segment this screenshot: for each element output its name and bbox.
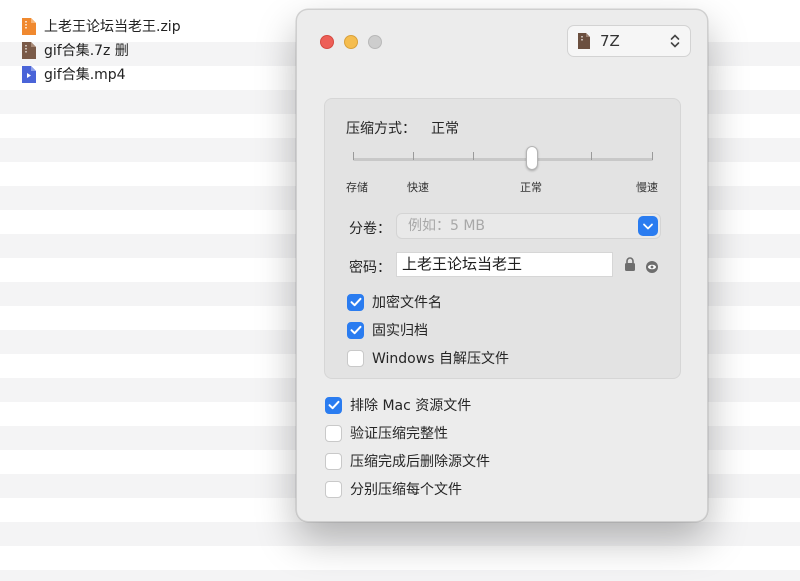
lock-icon[interactable] [624,256,636,275]
exclude-mac-resources-option[interactable]: 排除 Mac 资源文件 [325,395,471,415]
video-file-icon [22,65,36,83]
eye-icon[interactable] [645,258,659,277]
slider-tick [353,152,354,160]
slider-tick [591,152,592,160]
delete-source-option[interactable]: 压缩完成后删除源文件 [325,451,490,471]
checkbox-unchecked[interactable] [347,349,364,367]
volume-placeholder: 例如：5 MB [408,218,486,234]
compress-separately-option[interactable]: 分别压缩每个文件 [325,479,462,499]
password-label: 密码： [349,260,391,276]
checkbox-unchecked[interactable] [325,452,342,470]
option-label: 压缩完成后删除源文件 [350,454,490,470]
level-label-slow: 慢速 [636,181,658,194]
slider-tick [413,152,414,160]
checkbox-checked[interactable] [325,396,342,414]
file-row-mp4[interactable]: gif合集.mp4 [22,63,126,85]
checkbox-checked[interactable] [347,293,364,311]
option-label: 分别压缩每个文件 [350,482,462,498]
checkbox-checked[interactable] [347,321,364,339]
volume-label: 分卷： [349,221,391,237]
compression-dialog: 7Z 压缩方式： 正常 存储 快速 正常 慢速 分卷： 例如：5 MB 密码： … [296,9,708,522]
options-panel: 压缩方式： 正常 存储 快速 正常 慢速 分卷： 例如：5 MB 密码： 上老王… [324,98,681,379]
7z-file-icon [22,41,36,59]
verify-integrity-option[interactable]: 验证压缩完整性 [325,423,448,443]
list-stripe [0,522,800,546]
up-down-chevron-icon [670,32,680,54]
format-value: 7Z [600,32,620,50]
slider-track[interactable] [353,158,653,161]
windows-sfx-option[interactable]: Windows 自解压文件 [347,348,509,368]
file-name: gif合集.7z 删 [44,43,129,59]
level-label-store: 存储 [346,181,368,194]
slider-tick [473,152,474,160]
slider-thumb[interactable] [526,146,538,170]
option-label: 固实归档 [372,323,428,339]
close-window-button[interactable] [320,35,334,49]
7z-archive-icon [578,33,590,49]
level-label-fast: 快速 [407,181,429,194]
option-label: 排除 Mac 资源文件 [350,398,472,414]
solid-archive-option[interactable]: 固实归档 [347,320,428,340]
compression-method-value: 正常 [431,121,459,137]
zoom-window-button[interactable] [368,35,382,49]
option-label: 验证压缩完整性 [350,426,448,442]
minimize-window-button[interactable] [344,35,358,49]
option-label: Windows 自解压文件 [372,351,509,367]
chevron-down-icon [638,216,658,236]
volume-select[interactable]: 例如：5 MB [396,213,661,239]
file-row-zip[interactable]: 上老王论坛当老王.zip [22,15,181,37]
password-field[interactable]: 上老王论坛当老王 [396,252,613,277]
list-stripe [0,570,800,581]
level-label-normal: 正常 [520,181,542,194]
title-bar: 7Z [297,10,707,72]
file-name: 上老王论坛当老王.zip [44,19,181,35]
compression-method-label: 压缩方式： [346,121,416,137]
checkbox-unchecked[interactable] [325,480,342,498]
encrypt-filenames-option[interactable]: 加密文件名 [347,292,442,312]
zip-file-icon [22,17,36,35]
file-row-7z[interactable]: gif合集.7z 删 [22,39,129,61]
option-label: 加密文件名 [372,295,442,311]
slider-tick [652,152,653,160]
checkbox-unchecked[interactable] [325,424,342,442]
format-select[interactable]: 7Z [567,25,691,57]
file-name: gif合集.mp4 [44,67,126,83]
